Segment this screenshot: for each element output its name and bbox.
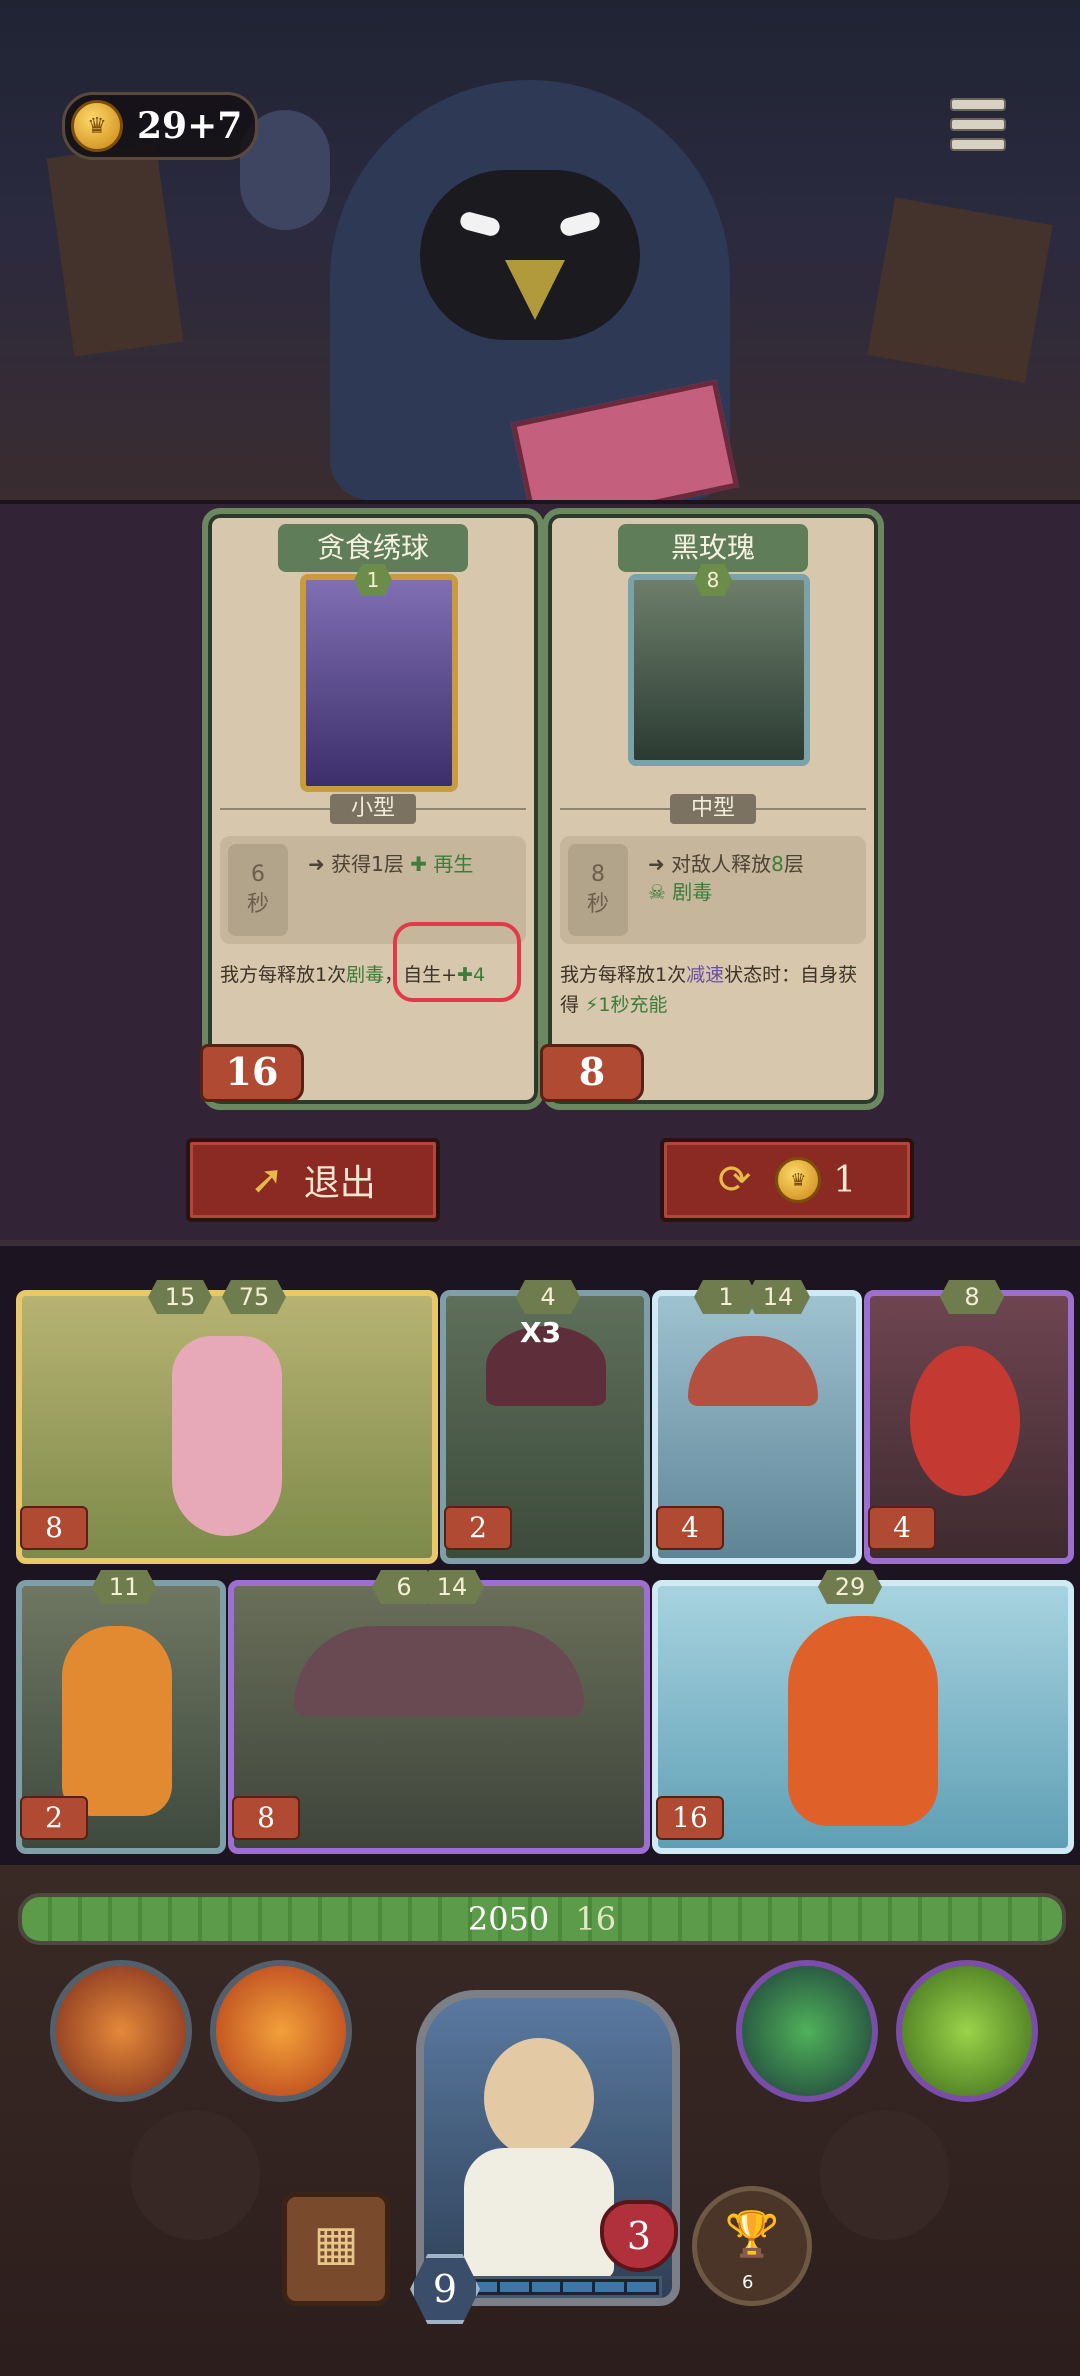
- unit-stat: 15: [148, 1280, 212, 1314]
- cooldown-timer: 8 秒: [568, 844, 628, 936]
- arrow-icon: ➜: [308, 852, 325, 876]
- reroll-cost: 1: [833, 1159, 857, 1201]
- shop-card[interactable]: 贪食绣球 1 小型 6 秒 ➜ 获得1层 ✚ 再生 我方每释放1次剧毒，自生+✚…: [200, 508, 544, 1110]
- effect-count: 8: [771, 852, 784, 876]
- card-portrait-hydrangea: [300, 574, 458, 792]
- shop-card[interactable]: 黑玫瑰 8 中型 8 秒 ➜ 对敌人释放8层 ☠ 剧毒 我方每释放1次减速状态时…: [540, 508, 884, 1110]
- unit-tag: 2: [444, 1506, 512, 1550]
- effect-text: ➜ 获得1层 ✚ 再生: [308, 850, 518, 878]
- unit-stat: 14: [420, 1570, 484, 1604]
- arrow-icon: ➜: [648, 852, 665, 876]
- desc-part: 我方每释放1次: [560, 964, 687, 986]
- price-tag: 8: [540, 1044, 644, 1102]
- unit-portrait: [910, 1346, 1020, 1496]
- size-divider: 小型: [220, 794, 526, 824]
- effect-suffix: 层: [783, 852, 804, 876]
- crown-coin-icon: ♛: [775, 1157, 822, 1203]
- hero-body: [464, 2148, 614, 2278]
- unit-tag: 2: [20, 1796, 88, 1840]
- exit-label: 退出: [303, 1163, 376, 1204]
- card-description: 我方每释放1次减速状态时：自身获得 ⚡1秒充能: [560, 960, 866, 1020]
- effect-prefix: 对敌人释放: [671, 852, 772, 876]
- merchant-face: [420, 170, 640, 340]
- trophy-count: 6: [742, 2272, 754, 2293]
- backpack-chest-icon[interactable]: ▦: [282, 2192, 390, 2306]
- exit-arrow-icon: ➚: [250, 1157, 284, 1203]
- cooldown-value: 6: [251, 862, 265, 887]
- menu-icon: [950, 138, 1006, 151]
- unit-stat: 29: [818, 1570, 882, 1604]
- unit-stat: 11: [92, 1570, 156, 1604]
- reroll-button[interactable]: ⟳ ♛ 1: [660, 1138, 914, 1222]
- effect-keyword: 再生: [433, 852, 474, 876]
- health-readout: 2050 16: [22, 1897, 1062, 1941]
- unit-tag: 8: [20, 1506, 88, 1550]
- size-divider: 中型: [560, 794, 866, 824]
- unit-stat: 4: [516, 1280, 580, 1314]
- card-level: 1: [354, 564, 392, 596]
- shack-beam: [867, 197, 1053, 383]
- unit-stat: 14: [746, 1280, 810, 1314]
- health-bar: 2050 16: [18, 1893, 1066, 1945]
- fire-fist-icon[interactable]: [50, 1960, 192, 2102]
- poison-cloud-icon[interactable]: [736, 1960, 878, 2102]
- unit-multiplier: X3: [520, 1316, 562, 1349]
- green-slime-icon[interactable]: [896, 1960, 1038, 2102]
- shield-value: 16: [575, 1900, 617, 1938]
- lightning-icon: ⚡: [585, 994, 599, 1016]
- cooldown-timer: 6 秒: [228, 844, 288, 936]
- cooldown-value: 8: [591, 862, 605, 887]
- price-tag: 16: [200, 1044, 304, 1102]
- unit-stat: 8: [940, 1280, 1004, 1314]
- card-portrait-black-rose: [628, 574, 810, 766]
- empty-slot-icon: [130, 2110, 260, 2240]
- exit-button[interactable]: ➚ 退出: [186, 1138, 440, 1222]
- effect-prefix: 获得1层: [331, 852, 404, 876]
- unit-tag: 4: [868, 1506, 936, 1550]
- regen-icon: ✚: [410, 852, 427, 876]
- health-value: 2050: [467, 1900, 550, 1938]
- merchant-scene: ♛ 29+7: [0, 0, 1080, 500]
- shop-panel: 贪食绣球 1 小型 6 秒 ➜ 获得1层 ✚ 再生 我方每释放1次剧毒，自生+✚…: [0, 500, 1080, 1244]
- unit-tag: 4: [656, 1506, 724, 1550]
- cooldown-unit: 秒: [586, 892, 609, 917]
- red-circle-annotation: [393, 922, 521, 1002]
- unit-tag: 8: [232, 1796, 300, 1840]
- menu-icon: [950, 98, 1006, 111]
- crown-coin-icon: ♛: [71, 100, 123, 152]
- menu-icon: [950, 118, 1006, 131]
- card-size: 中型: [670, 794, 756, 824]
- unit-board: 15 75 8 4 X3 2 1 14 4 8 4 11 2 6 14 8 29…: [0, 1240, 1080, 1871]
- hero-face: [484, 2038, 594, 2158]
- desc-keyword: 剧毒: [346, 964, 385, 986]
- unit-stat: 75: [222, 1280, 286, 1314]
- unit-tag: 16: [656, 1796, 724, 1840]
- unit-portrait: [788, 1616, 938, 1826]
- coin-amount: 29+7: [137, 105, 243, 147]
- xp-bar: [462, 2276, 662, 2298]
- card-effect: 8 秒 ➜ 对敌人释放8层 ☠ 剧毒: [560, 836, 866, 944]
- coin-counter: ♛ 29+7: [62, 92, 258, 160]
- desc-keyword: 减速: [686, 964, 725, 986]
- menu-button[interactable]: [950, 98, 1006, 151]
- empty-slot-icon: [820, 2110, 950, 2240]
- desc-part: 我方每释放1次: [220, 964, 347, 986]
- skull-icon: ☠: [648, 880, 666, 904]
- shack-beam: [46, 143, 184, 357]
- desc-value: 1秒充能: [598, 994, 668, 1016]
- effect-text: ➜ 对敌人释放8层 ☠ 剧毒: [648, 850, 858, 906]
- unit-portrait: [172, 1336, 282, 1536]
- cooldown-unit: 秒: [246, 892, 269, 917]
- flame-icon[interactable]: [210, 1960, 352, 2102]
- unit-portrait: [62, 1626, 172, 1816]
- refresh-icon: ⟳: [717, 1157, 752, 1203]
- effect-keyword: 剧毒: [672, 880, 713, 904]
- card-level: 8: [694, 564, 732, 596]
- unit-portrait: [294, 1626, 584, 1716]
- card-size: 小型: [330, 794, 416, 824]
- unit-portrait: [688, 1336, 818, 1406]
